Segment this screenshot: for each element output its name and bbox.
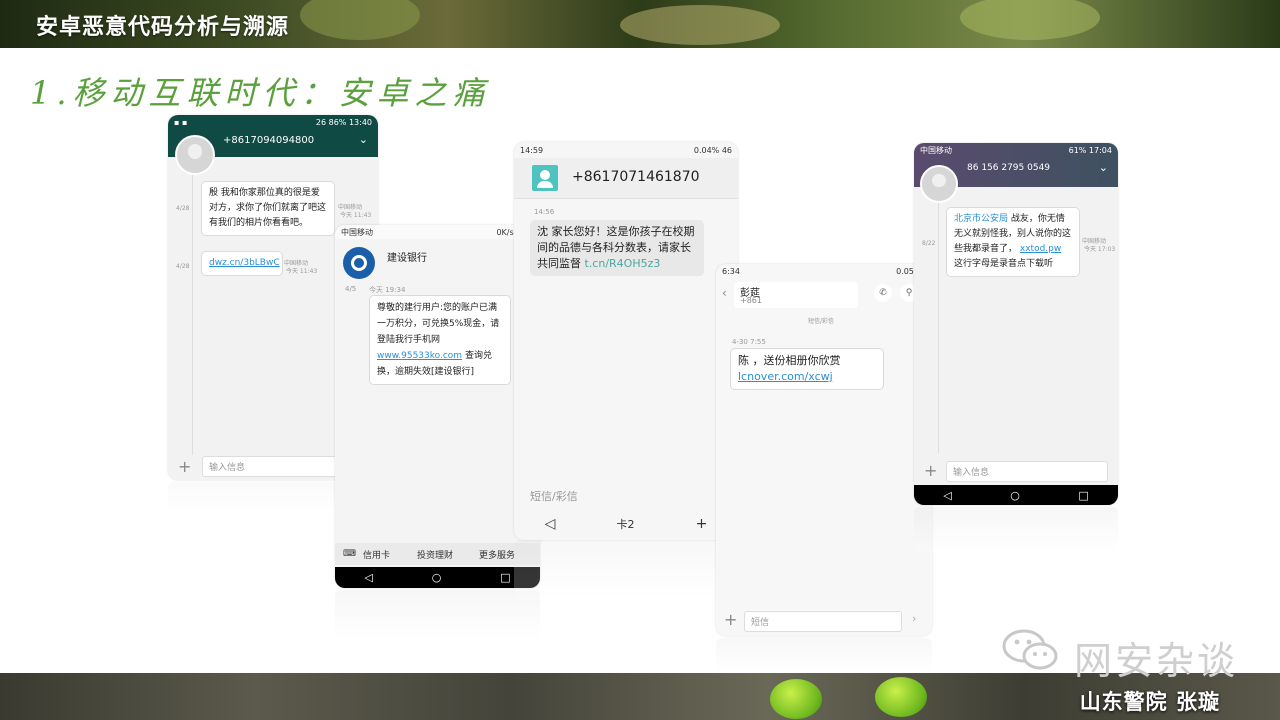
message-bubble[interactable]: 殷 我和你家那位真的很是爱对方，求你了你们就离了吧这有我们的相片你看看吧。 xyxy=(201,181,335,236)
recents-icon[interactable]: □ xyxy=(1078,489,1088,502)
status-time: 14:59 xyxy=(520,145,544,155)
menu-credit-card[interactable]: 信用卡 xyxy=(363,548,417,561)
avatar xyxy=(920,165,958,203)
foliage-decoration xyxy=(620,5,780,45)
phone-screenshot-5: 中国移动 61% 17:04 86 156 2795 0549 ⌄ 8/22 北… xyxy=(914,143,1118,505)
status-right: 61% 17:04 xyxy=(1068,145,1112,155)
message-text: 尊敬的建行用户:您的账户已满一万积分，可兑换5%现金，请登陆我行手机网 xyxy=(377,303,500,345)
sender-name: 北京市公安局 xyxy=(954,214,1009,224)
slide-title: 安卓恶意代码分析与溯源 xyxy=(36,15,290,40)
chevron-down-icon[interactable]: ⌄ xyxy=(1099,161,1108,174)
android-navbar: ◁ ○ □ xyxy=(914,485,1118,505)
add-icon[interactable]: + xyxy=(696,516,708,532)
home-icon[interactable]: ○ xyxy=(1010,489,1020,502)
status-right: 26 86% 13:40 xyxy=(315,117,372,127)
msg-time: 今天 17:03 xyxy=(1084,246,1116,253)
contact-name: 建设银行 xyxy=(387,253,427,264)
home-icon[interactable]: ○ xyxy=(432,571,442,584)
message-bubble[interactable]: 北京市公安局 战友，你无情无义就别怪我，别人说你的这些我都录音了， xxtod.… xyxy=(946,207,1080,277)
contact-avatar-icon xyxy=(532,165,558,191)
back-icon[interactable]: ◁ xyxy=(364,571,372,584)
back-arrow-icon[interactable]: ‹ xyxy=(722,286,727,300)
status-time: 6:34 xyxy=(722,266,740,276)
add-attachment-icon[interactable]: + xyxy=(178,457,191,476)
phone3-reflection xyxy=(514,540,738,600)
bottom-toolbar: ◁ 卡2 + xyxy=(514,508,738,540)
menu-investment[interactable]: 投资理财 xyxy=(417,548,479,561)
message-input[interactable]: 短信/彩信 xyxy=(530,488,578,504)
msg-date: 8/22 xyxy=(922,240,936,247)
malicious-link[interactable]: dwz.cn/3bLBwC xyxy=(209,258,280,268)
contact-header: +8617071461870 xyxy=(514,158,738,199)
msg-time: 14:56 xyxy=(534,208,555,216)
status-right: 0.04% 46 xyxy=(693,145,732,155)
header-banner: 安卓恶意代码分析与溯源 xyxy=(0,0,1280,48)
back-icon[interactable]: ◁ xyxy=(545,516,556,532)
phone5-reflection xyxy=(914,507,1118,552)
message-text: 这行字母是录音点下载听 xyxy=(954,259,1054,269)
send-icon[interactable]: › xyxy=(912,612,916,625)
bottom-menu: ⌨ 信用卡 投资理财 更多服务 xyxy=(335,543,540,565)
foliage-decoration xyxy=(960,0,1100,40)
fruit-decoration xyxy=(875,677,927,717)
malicious-link[interactable]: www.95533ko.com xyxy=(377,351,462,361)
menu-more-services[interactable]: 更多服务 xyxy=(479,548,515,561)
status-icons: ▪ ▪ xyxy=(174,117,188,127)
contact-box: 彭莚 +861 xyxy=(734,282,858,308)
malicious-link[interactable]: t.cn/R4OH5z3 xyxy=(585,257,661,270)
message-bubble[interactable]: 陈 ，送份相册你欣赏 lcnover.com/xcwj xyxy=(730,348,884,390)
timeline-line xyxy=(938,203,939,453)
fruit-decoration xyxy=(770,679,822,719)
message-bubble[interactable]: dwz.cn/3bLBwC xyxy=(201,251,283,276)
phone-screenshot-4: 6:34 0.05K/s ‹ 彭莚 +861 ✆ ⚲ 短信/彩信 4-30 7:… xyxy=(716,264,932,636)
malicious-link[interactable]: xxtod.pw xyxy=(1020,244,1061,254)
ccb-logo-icon xyxy=(343,247,375,279)
thread-label: 短信/彩信 xyxy=(808,318,835,325)
call-icon[interactable]: ✆ xyxy=(874,284,892,302)
keyboard-icon[interactable]: ⌨ xyxy=(343,549,363,559)
phone-screenshot-3: 14:59 0.04% 46 +8617071461870 14:56 沈 家长… xyxy=(514,142,738,540)
message-input[interactable]: 短信 xyxy=(744,611,902,632)
wechat-icon xyxy=(1002,629,1058,670)
message-input[interactable]: 输入信息 xyxy=(202,456,341,477)
msg-date: 4/5 xyxy=(345,285,357,293)
carrier-label: 中国移动 xyxy=(920,145,952,155)
recents-icon[interactable]: □ xyxy=(500,571,510,584)
carrier-label: 中国移动 xyxy=(341,227,373,237)
sim-selector[interactable]: 卡2 xyxy=(617,516,635,532)
add-attachment-icon[interactable]: + xyxy=(724,610,737,629)
phone2-reflection xyxy=(335,590,540,640)
msg-date: 4-30 7:55 xyxy=(732,338,766,346)
phone4-reflection xyxy=(716,638,932,673)
back-icon[interactable]: ◁ xyxy=(943,489,951,502)
msg-time: 今天 19:34 xyxy=(369,286,406,294)
message-bubble[interactable]: 沈 家长您好！这是你孩子在校期间的品德与各科分数表，请家长共同监督 t.cn/R… xyxy=(530,220,704,276)
section-heading: 1.移动互联时代：安卓之痛 xyxy=(30,74,491,112)
contact-number: +8617094094800 xyxy=(223,135,315,146)
msg-time: 今天 11:43 xyxy=(286,268,318,275)
android-navbar: ◁ ○ □ xyxy=(335,567,540,588)
add-attachment-icon[interactable]: + xyxy=(924,461,937,480)
timeline-line xyxy=(192,175,193,455)
chevron-down-icon[interactable]: ⌄ xyxy=(359,133,368,146)
contact-number: 86 156 2795 0549 xyxy=(967,163,1051,173)
msg-date: 4/28 xyxy=(176,205,190,212)
author-credit: 山东警院 张璇 xyxy=(1079,690,1220,714)
msg-time: 今天 11:43 xyxy=(340,212,372,219)
message-input[interactable]: 输入信息 xyxy=(946,461,1108,482)
contact-number: +8617071461870 xyxy=(572,169,700,185)
message-text: 陈 ，送份相册你欣赏 xyxy=(738,354,841,367)
msg-date: 4/28 xyxy=(176,263,190,270)
contact-number: +861 xyxy=(740,296,762,305)
malicious-link[interactable]: lcnover.com/xcwj xyxy=(738,370,833,383)
phone-screenshot-2: 中国移动 0K/s 57% 建设银行 4/5 今天 19:34 尊敬的建行用户:… xyxy=(335,225,540,588)
brand-name: 网安杂谈 xyxy=(1074,639,1239,683)
avatar xyxy=(175,135,215,175)
foliage-decoration xyxy=(300,0,420,40)
message-bubble[interactable]: 尊敬的建行用户:您的账户已满一万积分，可兑换5%现金，请登陆我行手机网 www.… xyxy=(369,295,511,385)
